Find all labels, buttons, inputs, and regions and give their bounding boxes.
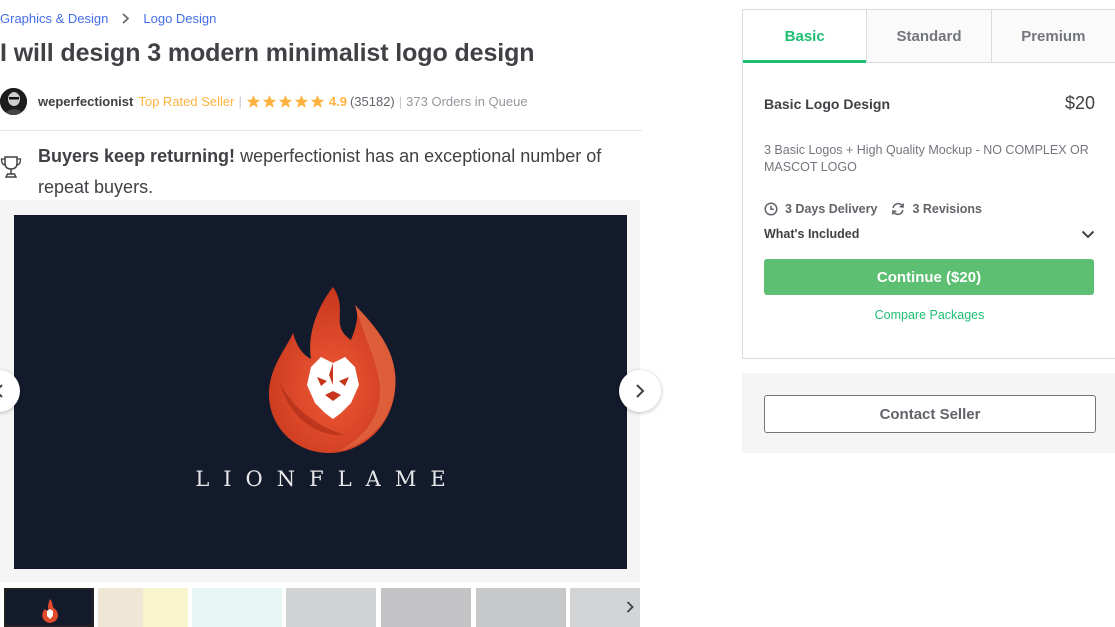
breadcrumb: Graphics & Design Logo Design — [0, 11, 216, 26]
avatar[interactable] — [0, 87, 27, 115]
whats-included-toggle[interactable]: What's Included — [764, 227, 1095, 241]
gig-title: I will design 3 modern minimalist logo d… — [0, 39, 535, 67]
logo-wordmark: LIONFLAME — [195, 467, 460, 491]
chevron-left-icon — [0, 384, 3, 398]
star-icon — [278, 94, 293, 108]
chevron-right-icon — [121, 13, 130, 24]
repeat-buyers-heading: Buyers keep returning! — [38, 146, 236, 166]
tab-standard[interactable]: Standard — [866, 10, 991, 62]
gallery-thumbnail[interactable] — [98, 588, 188, 627]
package-name: Basic Logo Design — [764, 95, 891, 112]
seller-name[interactable]: weperfectionist — [38, 94, 133, 109]
delivery-label: 3 Days Delivery — [785, 202, 878, 216]
breadcrumb-subcategory[interactable]: Logo Design — [143, 11, 216, 26]
gallery-thumbnail[interactable] — [476, 588, 566, 627]
seller-level-badge: Top Rated Seller — [138, 93, 235, 109]
star-icon — [246, 94, 261, 108]
tab-basic[interactable]: Basic — [743, 10, 867, 63]
compare-packages-link[interactable]: Compare Packages — [764, 308, 1095, 322]
clock-icon — [764, 202, 778, 216]
gallery-thumbnail[interactable] — [381, 588, 471, 627]
package-description: 3 Basic Logos + High Quality Mockup - NO… — [764, 143, 1089, 174]
review-count[interactable]: (35182) — [350, 94, 395, 109]
chevron-right-icon — [636, 384, 645, 398]
gallery-thumbnail[interactable] — [286, 588, 376, 627]
rating-stars — [246, 94, 325, 109]
package-content: Basic Logo Design $20 3 Basic Logos + Hi… — [743, 93, 1115, 322]
breadcrumb-category[interactable]: Graphics & Design — [0, 11, 108, 26]
section-divider — [0, 130, 642, 131]
continue-button[interactable]: Continue ($20) — [764, 259, 1094, 295]
star-icon — [294, 94, 309, 108]
revisions-label: 3 Revisions — [912, 202, 982, 216]
orders-in-queue: 373 Orders in Queue — [406, 93, 528, 109]
contact-panel: Contact Seller — [742, 373, 1115, 453]
divider: | — [398, 93, 403, 109]
star-icon — [310, 94, 325, 108]
rating-score: 4.9 — [328, 93, 347, 109]
lion-flame-logo-icon — [268, 287, 396, 453]
package-price: $20 — [1064, 93, 1095, 113]
gallery-next-button[interactable] — [619, 370, 661, 412]
chevron-right-icon — [626, 601, 634, 613]
gallery-main-image[interactable]: LIONFLAME — [14, 215, 627, 569]
gig-gallery: LIONFLAME — [0, 200, 661, 582]
gallery-thumbnail[interactable] — [4, 588, 94, 627]
seller-overview: weperfectionist Top Rated Seller | 4.9 (… — [0, 87, 528, 115]
trophy-icon — [0, 141, 28, 203]
repeat-buyers-notice: Buyers keep returning! weperfectionist h… — [0, 141, 642, 203]
divider: | — [238, 93, 242, 109]
package-features: 3 Days Delivery 3 Revisions — [764, 202, 1095, 216]
gallery-thumbnail[interactable] — [192, 588, 282, 627]
gallery-thumbnails — [0, 588, 640, 627]
chevron-down-icon — [1081, 230, 1095, 238]
package-tabs: Basic Standard Premium — [743, 10, 1115, 63]
star-icon — [262, 94, 277, 108]
package-panel: Basic Standard Premium Basic Logo Design… — [742, 9, 1115, 359]
delivery-time: 3 Days Delivery — [764, 202, 877, 216]
repeat-buyers-text: Buyers keep returning! weperfectionist h… — [28, 141, 642, 203]
thumbnails-next-button[interactable] — [620, 592, 640, 622]
whats-included-label: What's Included — [764, 227, 860, 241]
package-header: Basic Logo Design $20 — [764, 93, 1095, 114]
refresh-icon — [892, 202, 905, 216]
tab-premium[interactable]: Premium — [990, 10, 1115, 62]
revisions: 3 Revisions — [891, 202, 982, 216]
contact-seller-button[interactable]: Contact Seller — [764, 395, 1096, 433]
